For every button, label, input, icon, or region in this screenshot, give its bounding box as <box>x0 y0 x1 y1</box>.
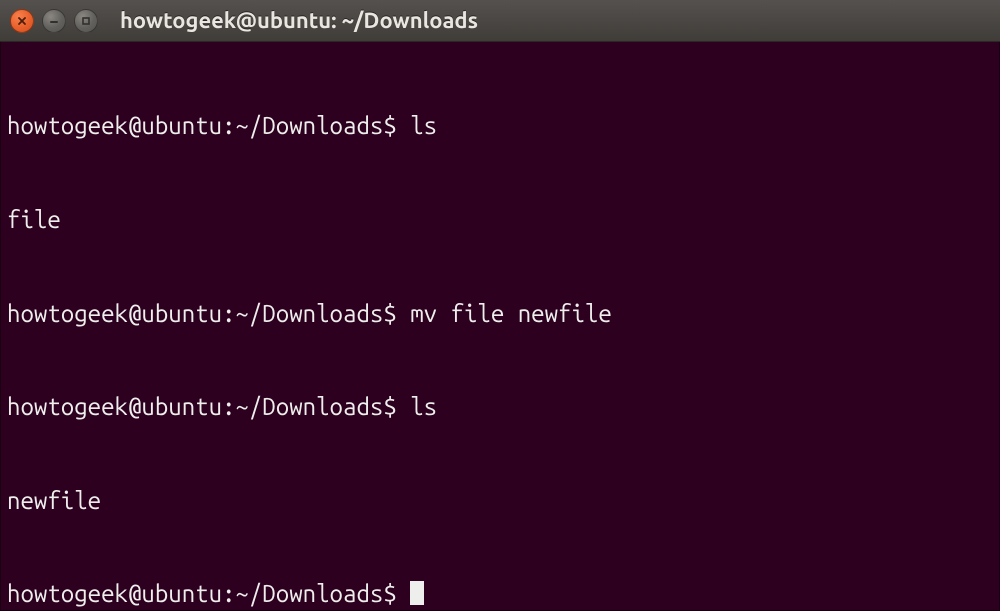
terminal-line: howtogeek@ubuntu:~/Downloads$ <box>7 578 993 609</box>
maximize-button[interactable] <box>74 9 98 33</box>
output-text: newfile <box>7 487 101 514</box>
prompt-text: howtogeek@ubuntu:~/Downloads$ <box>7 300 410 327</box>
close-icon <box>16 15 28 27</box>
minimize-button[interactable] <box>42 9 66 33</box>
terminal-line: howtogeek@ubuntu:~/Downloads$ ls <box>7 110 993 141</box>
close-button[interactable] <box>10 9 34 33</box>
terminal-line: howtogeek@ubuntu:~/Downloads$ mv file ne… <box>7 298 993 329</box>
terminal-body[interactable]: howtogeek@ubuntu:~/Downloads$ ls file ho… <box>0 42 1000 611</box>
terminal-line: newfile <box>7 485 993 516</box>
cursor-block <box>410 581 424 605</box>
command-text: mv file newfile <box>410 300 612 327</box>
terminal-line: howtogeek@ubuntu:~/Downloads$ ls <box>7 391 993 422</box>
titlebar[interactable]: howtogeek@ubuntu: ~/Downloads <box>0 0 1000 42</box>
prompt-text: howtogeek@ubuntu:~/Downloads$ <box>7 112 410 139</box>
terminal-window: howtogeek@ubuntu: ~/Downloads howtogeek@… <box>0 0 1000 611</box>
maximize-icon <box>80 15 92 27</box>
command-text: ls <box>410 112 437 139</box>
minimize-icon <box>48 15 60 27</box>
output-text: file <box>7 206 61 233</box>
command-text: ls <box>410 393 437 420</box>
terminal-line: file <box>7 204 993 235</box>
prompt-text: howtogeek@ubuntu:~/Downloads$ <box>7 580 410 607</box>
window-title: howtogeek@ubuntu: ~/Downloads <box>120 8 478 33</box>
prompt-text: howtogeek@ubuntu:~/Downloads$ <box>7 393 410 420</box>
window-controls <box>10 9 98 33</box>
